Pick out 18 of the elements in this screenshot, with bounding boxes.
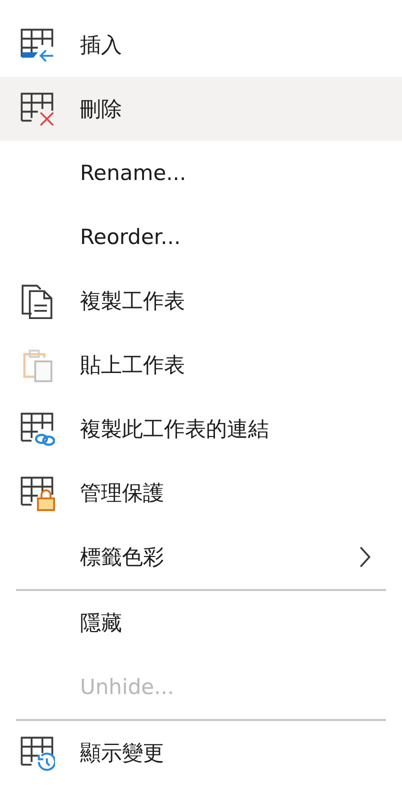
menu-item[interactable]: 隱藏 <box>0 591 402 655</box>
table-history-icon <box>19 735 55 771</box>
table-link-icon <box>19 411 55 447</box>
chevron-right-icon <box>358 544 372 570</box>
menu-item[interactable]: Reorder... <box>0 205 402 269</box>
menu-item[interactable]: Rename... <box>0 141 402 205</box>
menu-item[interactable]: 顯示變更 <box>0 721 402 785</box>
table-lock-icon <box>19 475 55 511</box>
menu-item[interactable]: 插入 <box>0 13 402 77</box>
menu-item[interactable]: 刪除 <box>0 77 402 141</box>
menu-item[interactable]: 貼上工作表 <box>0 333 402 397</box>
menu-item[interactable]: 管理保護 <box>0 461 402 525</box>
table-insert-icon <box>19 27 55 63</box>
table-delete-icon <box>19 91 55 127</box>
menu-item[interactable]: 標籤色彩 <box>0 525 402 589</box>
copy-icon <box>19 283 55 319</box>
menu-item[interactable]: 複製此工作表的連結 <box>0 397 402 461</box>
menu-item[interactable]: 複製工作表 <box>0 269 402 333</box>
